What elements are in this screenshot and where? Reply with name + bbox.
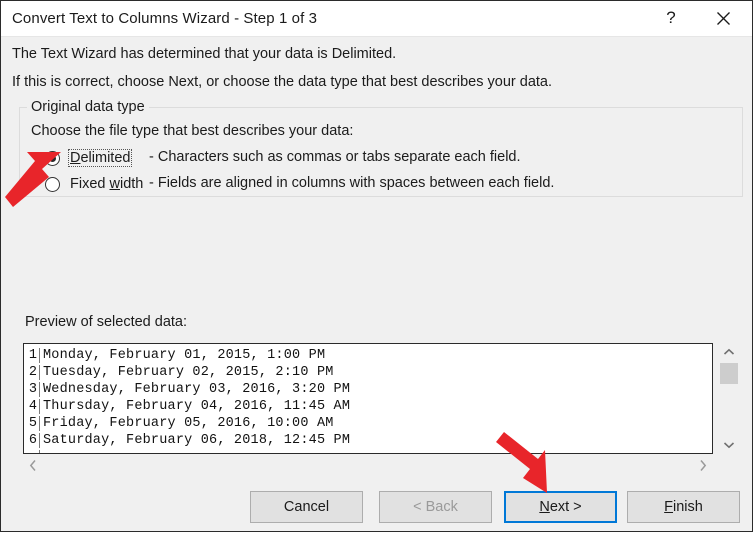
fixed-width-description: - Fields are aligned in columns with spa… [149,175,555,191]
chevron-right-icon[interactable] [693,454,713,476]
preview-row: 1 Monday, February 01, 2015, 1:00 PM [24,347,712,364]
window-title: Convert Text to Columns Wizard - Step 1 … [12,10,318,27]
back-button[interactable]: < Back [379,491,492,523]
delimited-label-suffix: elimited [80,150,131,166]
delimited-accesskey: D [70,150,81,166]
chevron-left-icon[interactable] [23,454,43,476]
preview-row-text: Wednesday, February 03, 2016, 3:20 PM [43,382,351,397]
preview-row: 6 Saturday, February 06, 2018, 12:45 PM [24,432,712,449]
preview-row-number: 6 [24,433,40,448]
preview-row-text: Tuesday, February 02, 2015, 2:10 PM [43,365,334,380]
fixed-width-radio-label: Fixed width [68,176,145,192]
choose-file-type-label: Choose the file type that best describes… [31,123,354,139]
fixed-width-accesskey: w [109,176,120,192]
preview-row-number: 4 [24,399,40,414]
title-bar: Convert Text to Columns Wizard - Step 1 … [1,1,752,37]
preview-horizontal-scrollbar[interactable] [23,454,713,476]
preview-row: 2 Tuesday, February 02, 2015, 2:10 PM [24,364,712,381]
delimited-radio-row[interactable]: Delimited [45,147,133,169]
scrollbar-thumb[interactable] [720,363,738,384]
preview-row-number: 1 [24,348,40,363]
preview-row: 3 Wednesday, February 03, 2016, 3:20 PM [24,381,712,398]
next-accesskey: N [539,499,550,515]
chevron-down-icon[interactable] [717,436,741,454]
delimited-radio-label: Delimited [68,149,133,167]
close-icon[interactable] [700,1,746,35]
preview-row-number: 5 [24,416,40,431]
delimited-description: - Characters such as commas or tabs sepa… [149,149,521,165]
preview-label: Preview of selected data: [25,314,188,330]
next-label-suffix: ext > [549,499,582,515]
wizard-description-line-1: The Text Wizard has determined that your… [12,46,397,62]
fixed-width-radio-row[interactable]: Fixed width [45,173,145,195]
help-icon[interactable]: ? [648,1,694,35]
original-data-type-label: Original data type [27,99,149,115]
wizard-description-line-2: If this is correct, choose Next, or choo… [12,74,553,90]
finish-button[interactable]: Finish [627,491,740,523]
preview-row: 5 Friday, February 05, 2016, 10:00 AM [24,415,712,432]
preview-row-number: 3 [24,382,40,397]
preview-vertical-scrollbar[interactable] [717,343,741,454]
next-button[interactable]: Next > [504,491,617,523]
finish-label-suffix: inish [673,499,703,515]
preview-row-text: Thursday, February 04, 2016, 11:45 AM [43,399,351,414]
preview-row-text: Saturday, February 06, 2018, 12:45 PM [43,433,351,448]
fixed-width-radio-button[interactable] [45,176,60,192]
preview-row-text: Friday, February 05, 2016, 10:00 AM [43,416,334,431]
preview-row-number: 2 [24,365,40,380]
fixed-width-label-prefix: Fixed [70,176,110,192]
preview-row-text: Monday, February 01, 2015, 1:00 PM [43,348,326,363]
finish-accesskey: F [664,499,674,515]
close-x-icon [716,11,730,25]
chevron-up-icon[interactable] [717,343,741,361]
cancel-button[interactable]: Cancel [250,491,363,523]
preview-data-box[interactable]: 1 Monday, February 01, 2015, 1:00 PM 2 T… [23,343,713,454]
preview-row: 4 Thursday, February 04, 2016, 11:45 AM [24,398,712,415]
convert-text-to-columns-wizard-dialog: Convert Text to Columns Wizard - Step 1 … [0,0,753,532]
delimited-radio-button[interactable] [45,150,60,166]
fixed-width-label-suffix: idth [119,176,144,192]
